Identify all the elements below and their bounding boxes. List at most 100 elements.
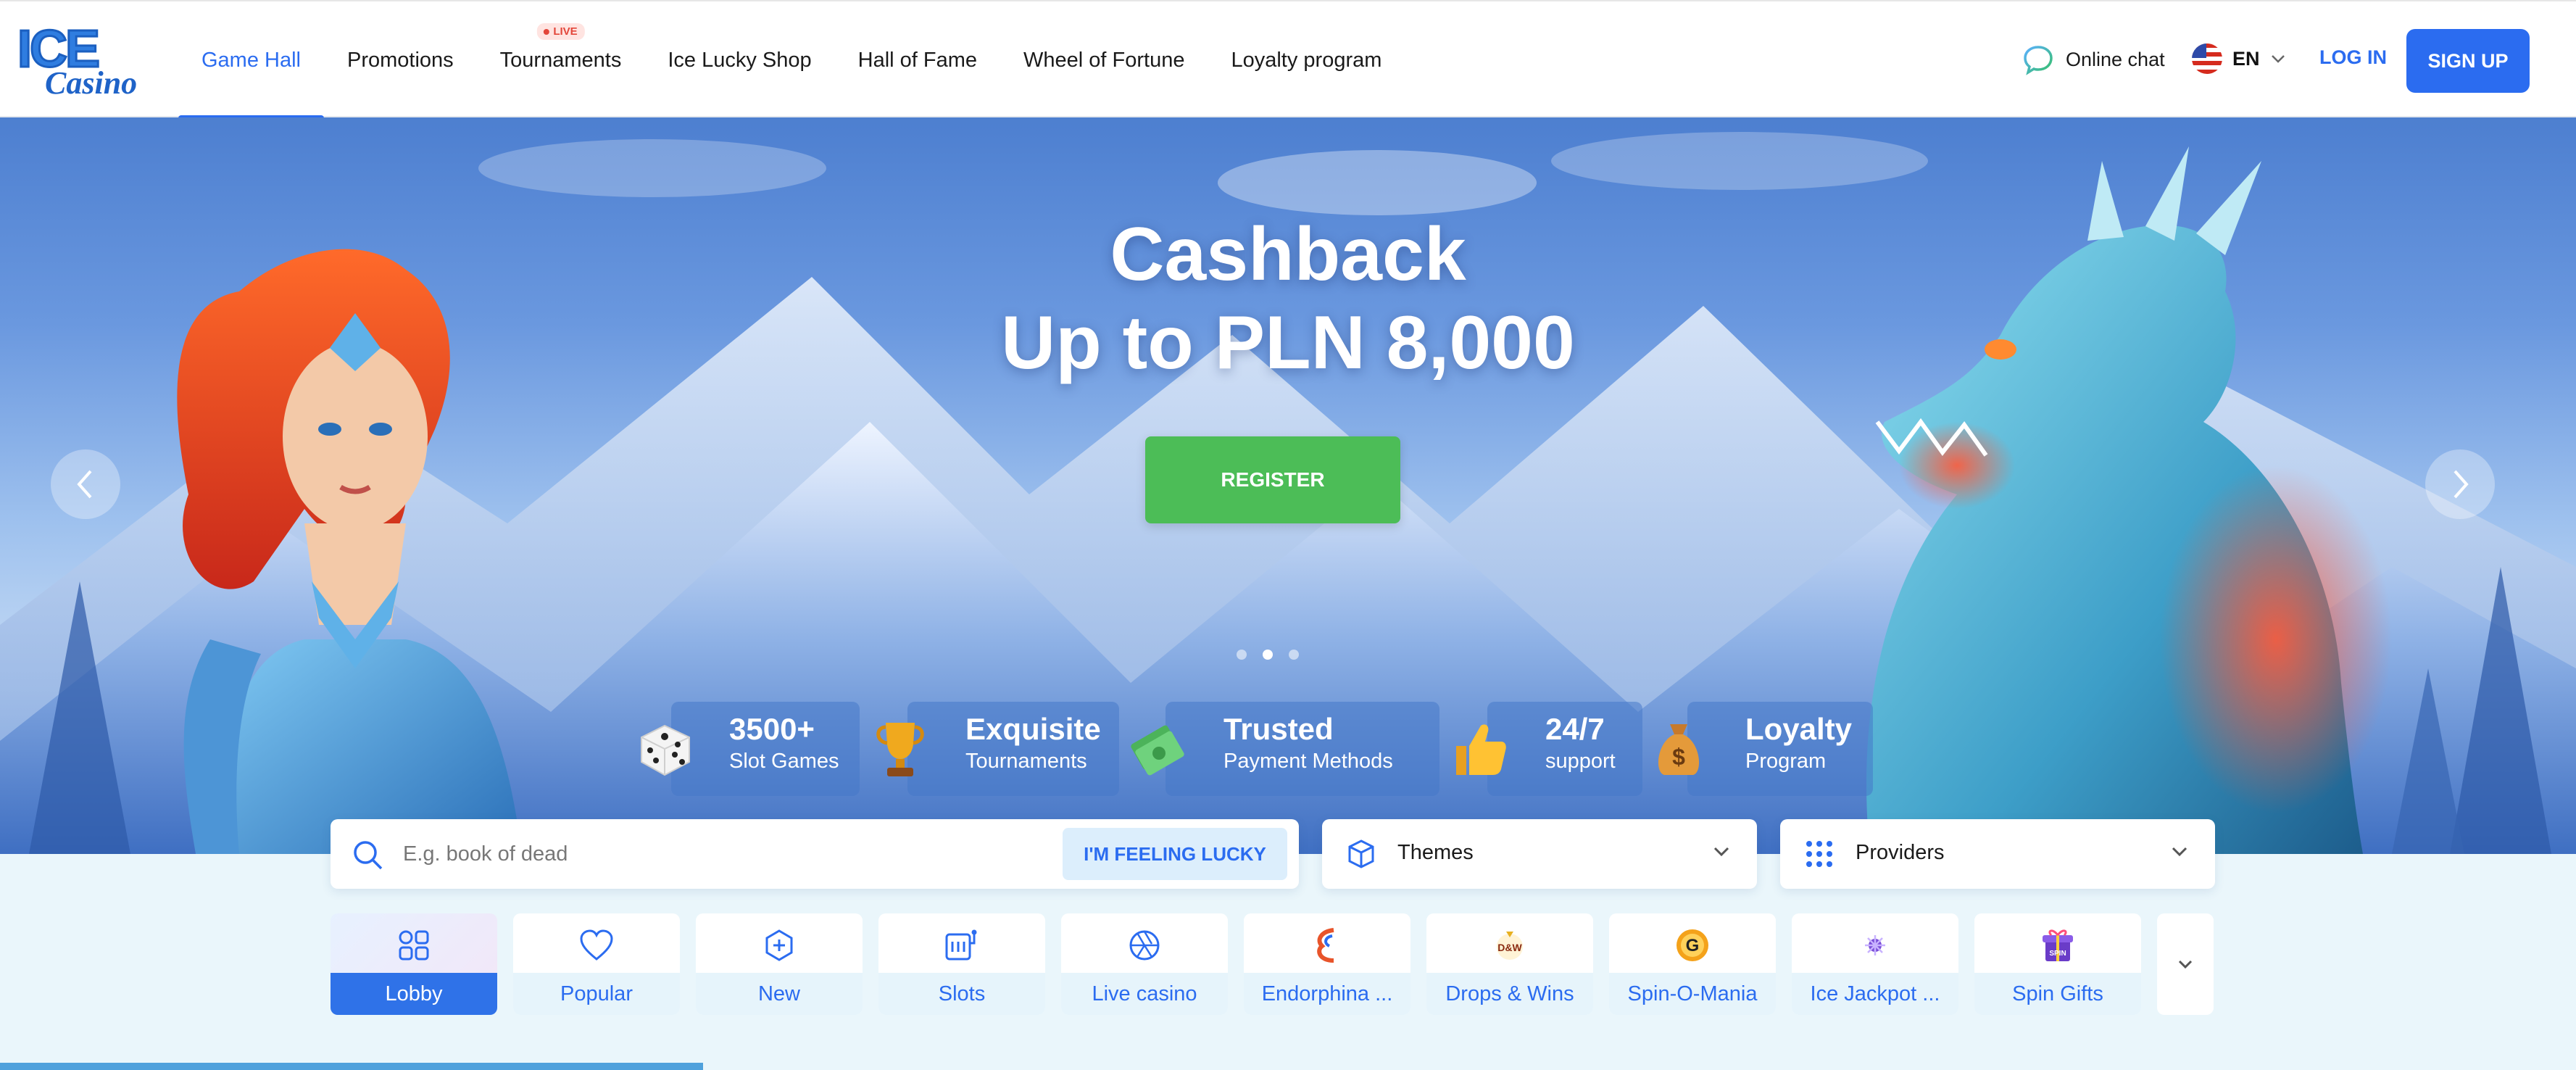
signup-button[interactable]: SIGN UP: [2406, 29, 2530, 93]
category-spin-gifts[interactable]: SPIN Spin Gifts: [1974, 913, 2141, 1015]
feature-title: Exquisite: [965, 712, 1101, 746]
feature-title: Loyalty: [1745, 712, 1853, 746]
svg-text:$: $: [1672, 744, 1685, 770]
providers-label: Providers: [1856, 841, 1945, 864]
chevron-left-icon: [77, 470, 92, 499]
us-flag-icon: [2192, 43, 2222, 74]
providers-grid-icon: [1806, 841, 1832, 867]
category-live-casino[interactable]: Live casino: [1061, 913, 1228, 1015]
nav-hall-of-fame[interactable]: Hall of Fame: [835, 1, 1000, 119]
search-input[interactable]: [403, 835, 1012, 873]
game-search-box: I'M FEELING LUCKY: [331, 819, 1299, 889]
thumbs-up-icon: [1445, 713, 1515, 783]
logo-text-casino: Casino: [45, 65, 138, 101]
providers-dropdown[interactable]: Providers: [1780, 819, 2215, 889]
category-drops-wins[interactable]: D&W Drops & Wins: [1426, 913, 1593, 1015]
chevron-down-icon: [2271, 55, 2285, 63]
live-dot-icon: [543, 28, 549, 35]
money-bag-icon: $: [1644, 713, 1713, 783]
online-chat-button[interactable]: Online chat: [2022, 43, 2165, 75]
search-icon: [354, 841, 383, 870]
feature-subtitle: Slot Games: [729, 750, 839, 773]
category-lobby[interactable]: Lobby: [331, 913, 497, 1015]
feature-tournaments: Exquisite Tournaments: [876, 702, 1119, 796]
nav-label: Hall of Fame: [857, 48, 978, 72]
feature-slot-games: 3500+ Slot Games: [641, 702, 860, 796]
category-label: Endorphina ...: [1244, 973, 1410, 1015]
category-label: Drops & Wins: [1426, 973, 1593, 1015]
live-badge-label: LIVE: [553, 25, 578, 38]
carousel-dot[interactable]: [1237, 650, 1247, 660]
chevron-down-icon: [1713, 847, 1729, 857]
nav-ice-lucky-shop[interactable]: Ice Lucky Shop: [644, 1, 834, 119]
svg-text:D&W: D&W: [1497, 942, 1522, 953]
categories-expand-button[interactable]: [2157, 913, 2214, 1015]
nav-game-hall[interactable]: Game Hall: [178, 1, 324, 120]
category-label: New: [696, 973, 863, 1015]
login-button[interactable]: LOG IN: [2319, 46, 2387, 69]
feature-subtitle: Tournaments: [965, 750, 1087, 773]
category-label: Lobby: [331, 973, 497, 1015]
feature-support: 24/7 support: [1456, 702, 1642, 796]
aperture-icon: [1129, 930, 1160, 961]
nav-label: Loyalty program: [1231, 48, 1382, 72]
chevron-down-icon: [2172, 847, 2187, 857]
feature-subtitle: Payment Methods: [1223, 750, 1393, 773]
category-label: Slots: [878, 973, 1045, 1015]
themes-dropdown[interactable]: Themes: [1322, 819, 1757, 889]
nav-label: Tournaments: [499, 48, 622, 72]
feature-title: 24/7: [1545, 712, 1605, 746]
chevron-down-icon: [2178, 960, 2193, 969]
nav-label: Ice Lucky Shop: [668, 48, 812, 72]
category-spin-o-mania[interactable]: G Spin-O-Mania: [1609, 913, 1776, 1015]
category-popular[interactable]: Popular: [513, 913, 680, 1015]
feature-title: 3500+: [729, 712, 815, 746]
hero-banner: Cashback Up to PLN 8,000 REGISTER 3500+ …: [0, 117, 2576, 854]
nav-tournaments[interactable]: LIVE Tournaments: [477, 1, 645, 119]
chat-bubble-icon: [2024, 46, 2053, 75]
slot-machine-icon: [945, 929, 977, 961]
money-icon: [1122, 713, 1192, 783]
ice-casino-logo[interactable]: ICE Casino: [16, 20, 141, 101]
feature-subtitle: support: [1545, 750, 1616, 773]
main-nav: Game Hall Promotions LIVE Tournaments Ic…: [178, 1, 1405, 120]
feeling-lucky-button[interactable]: I'M FEELING LUCKY: [1063, 828, 1287, 880]
drops-wins-logo-icon: D&W: [1497, 932, 1523, 960]
category-label: Spin Gifts: [1974, 973, 2141, 1015]
bottom-accent-strip: [0, 1063, 703, 1070]
ice-jackpot-logo-icon: [1865, 935, 1885, 955]
language-code: EN: [2232, 47, 2260, 70]
category-new[interactable]: New: [696, 913, 863, 1015]
online-chat-label: Online chat: [2066, 48, 2165, 70]
category-endorphina[interactable]: Endorphina ...: [1244, 913, 1410, 1015]
nav-label: Game Hall: [201, 48, 301, 72]
svg-text:SPIN: SPIN: [2049, 950, 2066, 958]
carousel-dots: [1237, 650, 1299, 660]
nav-label: Promotions: [347, 48, 454, 72]
plus-badge-icon: [765, 929, 793, 961]
carousel-next-button[interactable]: [2425, 449, 2495, 519]
category-label: Live casino: [1061, 973, 1228, 1015]
feature-payment-methods: Trusted Payment Methods: [1131, 702, 1439, 796]
register-button[interactable]: REGISTER: [1145, 436, 1400, 523]
category-tabs: Lobby Popular New Slots Live casino Endo…: [331, 913, 2214, 1015]
hero-title-line2: Up to PLN 8,000: [1001, 301, 1575, 385]
feature-loyalty-program: $ Loyalty Program: [1658, 702, 1873, 796]
feature-title: Trusted: [1223, 712, 1334, 746]
endorphina-logo-icon: [1317, 928, 1334, 963]
grid-icon: [399, 930, 429, 961]
category-label: Popular: [513, 973, 680, 1015]
feature-subtitle: Program: [1745, 750, 1827, 773]
category-ice-jackpot[interactable]: Ice Jackpot ...: [1792, 913, 1958, 1015]
chevron-right-icon: [2454, 470, 2469, 499]
carousel-prev-button[interactable]: [51, 449, 120, 519]
nav-promotions[interactable]: Promotions: [324, 1, 477, 119]
spin-o-mania-logo-icon: G: [1677, 929, 1708, 961]
nav-wheel-of-fortune[interactable]: Wheel of Fortune: [1000, 1, 1208, 119]
category-slots[interactable]: Slots: [878, 913, 1045, 1015]
nav-loyalty-program[interactable]: Loyalty program: [1208, 1, 1405, 119]
language-selector[interactable]: EN: [2192, 43, 2286, 74]
carousel-dot-active[interactable]: [1263, 650, 1273, 660]
themes-label: Themes: [1397, 841, 1474, 864]
carousel-dot[interactable]: [1289, 650, 1299, 660]
